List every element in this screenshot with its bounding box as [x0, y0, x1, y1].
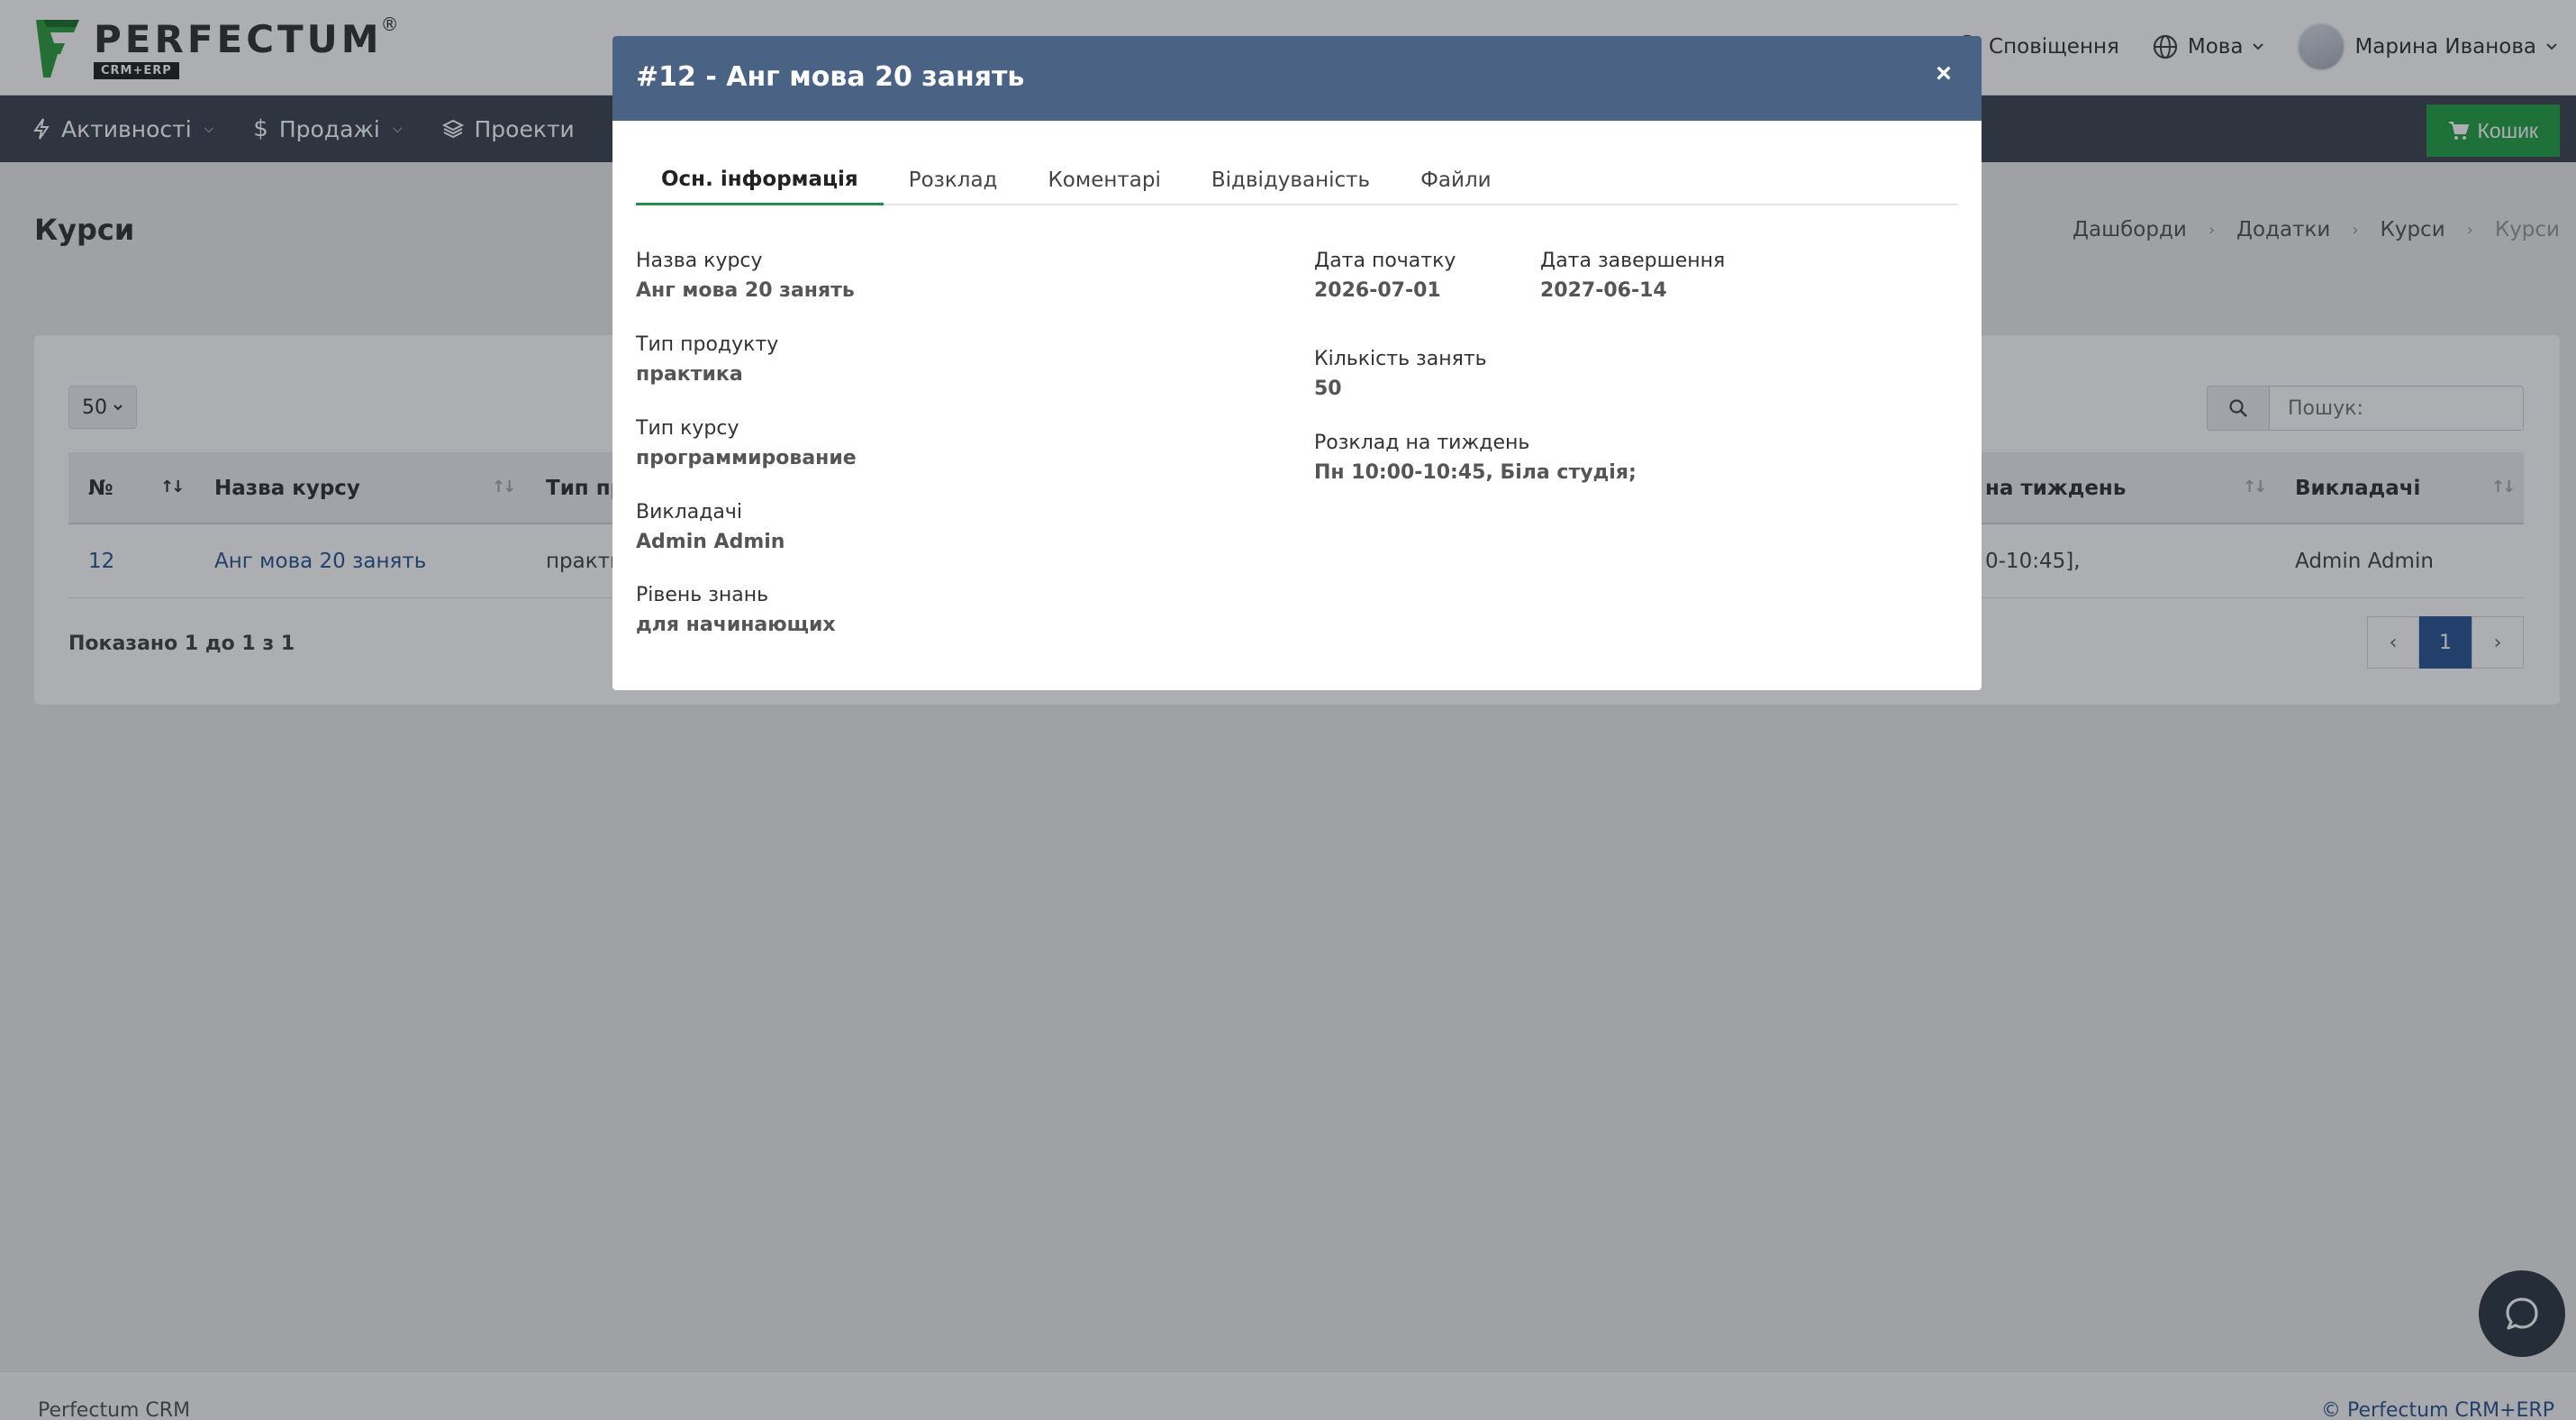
field-product-type: Тип продукту практика [636, 331, 778, 390]
tab-main-info[interactable]: Осн. інформація [636, 155, 884, 205]
field-value: Анг мова 20 занять [636, 279, 855, 302]
tab-attendance[interactable]: Відвідуваність [1186, 155, 1395, 205]
field-value: 2026-07-01 [1314, 279, 1441, 302]
modal-title: #12 - Анг мова 20 занять [636, 61, 1025, 93]
field-value: для начинающих [636, 614, 836, 636]
tab-schedule[interactable]: Розклад [884, 155, 1023, 205]
modal-tabs: Осн. інформація Розклад Коментарі Відвід… [636, 155, 1958, 205]
field-label: Дата початку [1314, 250, 1456, 272]
field-value: Admin Admin [636, 531, 785, 553]
field-label: Кількість занять [1314, 348, 1487, 370]
field-label: Назва курсу [636, 250, 763, 272]
field-value: практика [636, 363, 743, 386]
field-level: Рівень знань для начинающих [636, 581, 836, 641]
tab-comments[interactable]: Коментарі [1022, 155, 1185, 205]
tab-files[interactable]: Файли [1395, 155, 1517, 205]
field-value: программирование [636, 447, 857, 469]
field-lessons-count: Кількість занять 50 [1314, 345, 1487, 405]
field-label: Тип продукту [636, 333, 779, 356]
close-icon[interactable]: × [1926, 56, 1962, 92]
field-label: Рівень знань [636, 584, 769, 606]
field-value: 2027-06-14 [1540, 279, 1667, 302]
field-end-date: Дата завершення 2027-06-14 [1540, 247, 1725, 306]
field-weekly-schedule: Розклад на тиждень Пн 10:00-10:45, Біла … [1314, 429, 1637, 488]
field-teachers: Викладачі Admin Admin [636, 498, 785, 558]
field-course-name: Назва курсу Анг мова 20 занять [636, 247, 855, 306]
field-value: Пн 10:00-10:45, Біла студія; [1314, 461, 1637, 484]
field-label: Викладачі [636, 501, 743, 523]
field-value: 50 [1314, 378, 1342, 400]
field-start-date: Дата початку 2026-07-01 [1314, 247, 1456, 306]
field-course-type: Тип курсу программирование [636, 414, 857, 474]
course-details-modal: #12 - Анг мова 20 занять × Осн. інформац… [612, 36, 1982, 690]
field-label: Розклад на тиждень [1314, 432, 1530, 454]
modal-header: #12 - Анг мова 20 занять × [612, 36, 1982, 121]
field-label: Дата завершення [1540, 250, 1726, 272]
field-label: Тип курсу [636, 417, 739, 440]
